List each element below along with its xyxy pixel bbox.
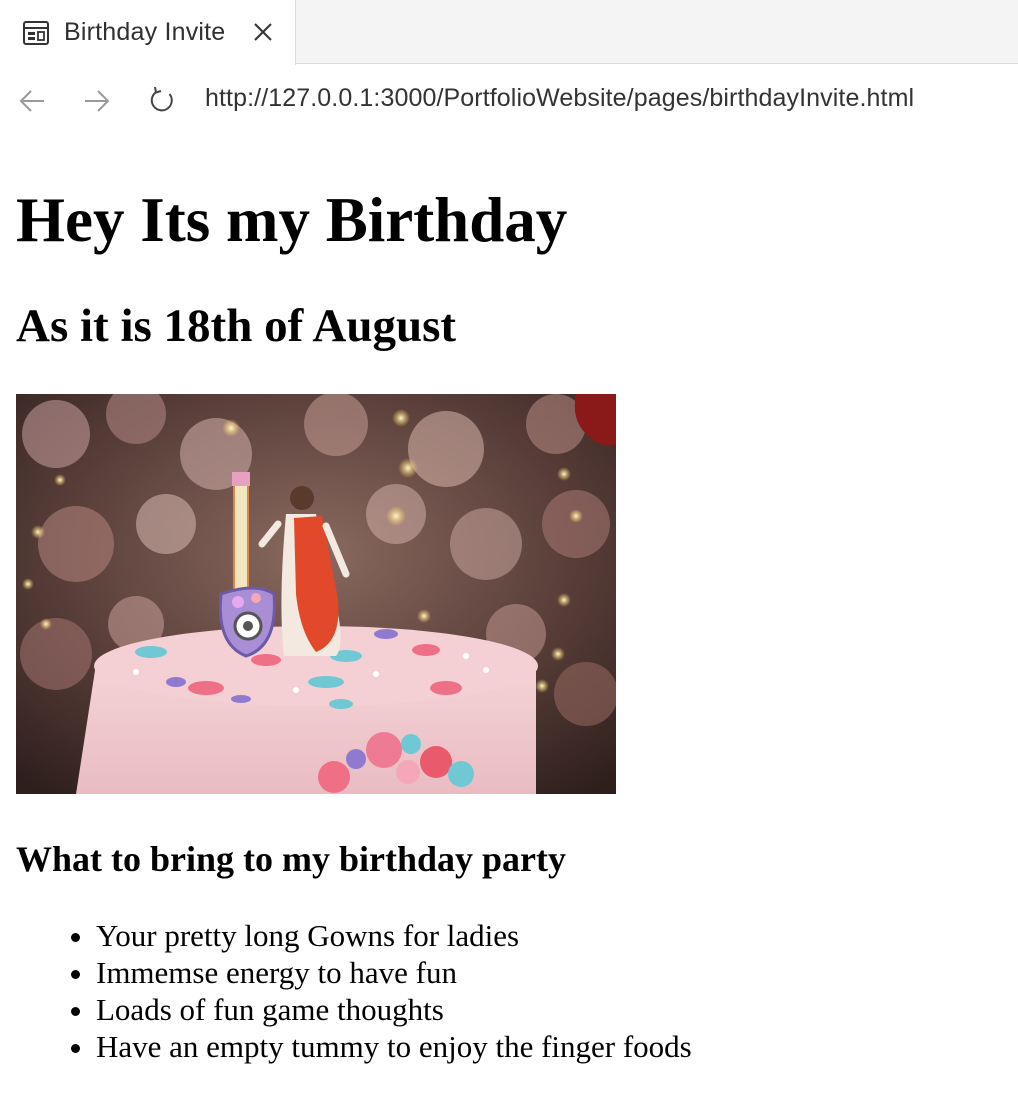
page-layout-icon [22,19,50,47]
section-heading: What to bring to my birthday party [16,839,567,879]
tab-strip: Birthday Invite [0,0,1018,65]
list-item: Immemse energy to have fun [96,954,692,991]
arrow-right-icon[interactable] [79,83,115,119]
address-bar: http://127.0.0.1:3000/PortfolioWebsite/p… [0,65,1018,137]
list-item: Have an empty tummy to enjoy the finger … [96,1028,692,1065]
list-item: Loads of fun game thoughts [96,991,692,1028]
page-title: Hey Its my Birthday [16,185,568,255]
url-field[interactable]: http://127.0.0.1:3000/PortfolioWebsite/p… [205,84,914,113]
reload-icon[interactable] [144,83,180,119]
bring-list: Your pretty long Gowns for ladies Immems… [16,917,692,1065]
tab-birthday-invite[interactable]: Birthday Invite [0,0,296,65]
tab-title: Birthday Invite [64,18,226,46]
close-icon[interactable] [249,18,277,46]
arrow-left-icon[interactable] [14,83,50,119]
page-subtitle: As it is 18th of August [16,300,457,352]
list-item: Your pretty long Gowns for ladies [96,917,692,954]
birthday-cake-photo [16,394,616,794]
